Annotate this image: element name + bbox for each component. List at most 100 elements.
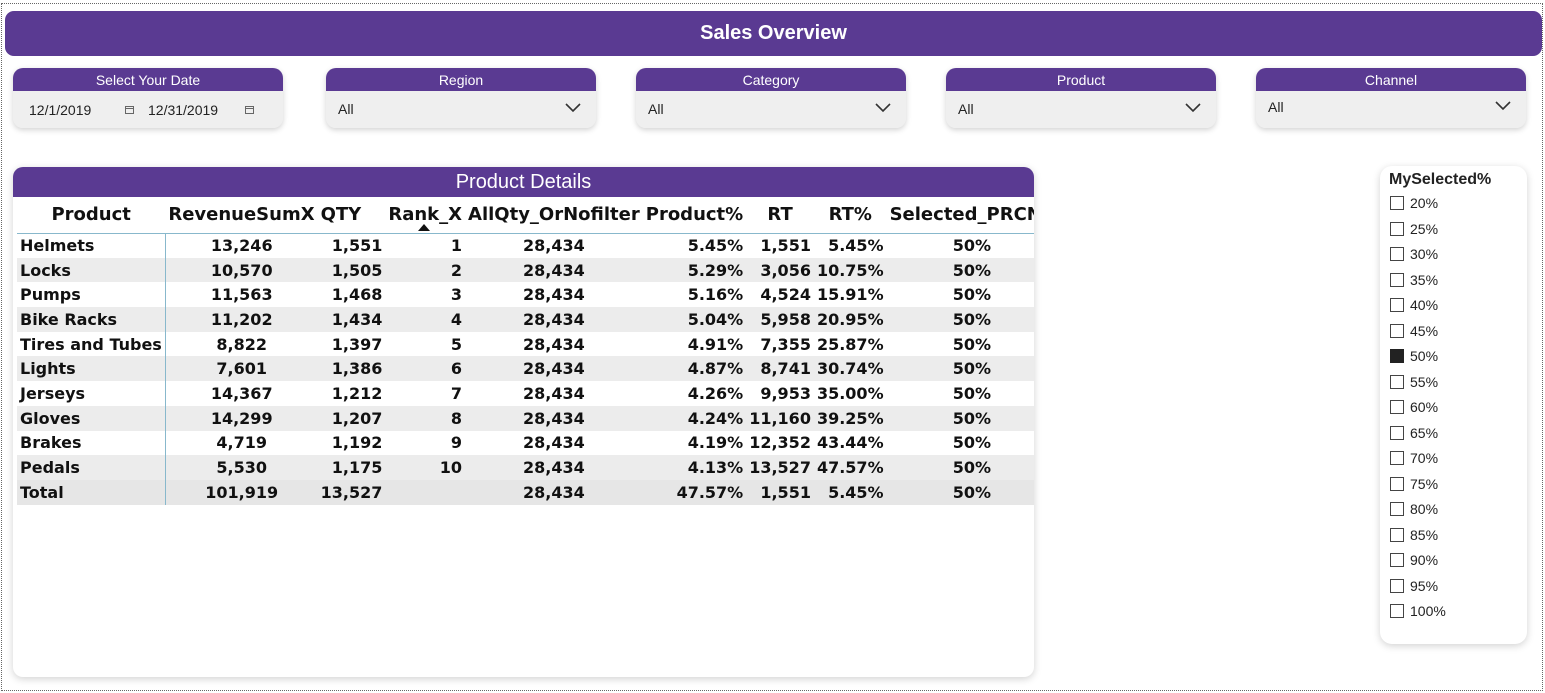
table-row[interactable]: Lights 7,601 1,386 6 28,434 4.87% 8,741 30.74% 5… [17,356,1034,382]
row-label-cell: Brakes [17,430,166,456]
region-dropdown[interactable]: All [326,91,596,128]
checkbox[interactable] [1390,451,1404,465]
table-cell: 50% [886,455,1034,480]
table-cell: 15.91% [816,285,884,305]
column-header-sorted[interactable]: Rank_X [385,196,465,233]
table-row[interactable]: Brakes 4,719 1,192 9 28,434 4.19% 12,352 43.44%… [17,430,1034,456]
percent-option[interactable]: 65% [1390,425,1438,441]
column-header[interactable]: QTY [318,196,386,233]
checkbox[interactable] [1390,502,1404,516]
checkbox[interactable] [1390,374,1404,389]
table-cell: 14,299 [165,405,318,431]
table-cell: 4.87% [642,356,747,382]
column-header[interactable]: RT [746,196,814,233]
table-cell: 28,434 [465,455,643,480]
percent-option[interactable]: 80% [1390,501,1438,517]
table-cell: 4.13% [642,455,747,480]
table-row[interactable]: Helmets 13,246 1,551 1 28,434 5.45% 1,551 5.45%… [17,233,1034,258]
checkbox[interactable] [1390,527,1404,542]
table-cell: 13,527 [317,479,386,505]
checkbox[interactable] [1390,553,1404,567]
end-date-input[interactable]: 12/31/2019 [148,102,218,118]
option-label: 20% [1410,195,1439,211]
start-date-input[interactable]: 12/1/2019 [29,102,91,118]
calendar-icon[interactable] [125,105,134,114]
table-cell: 8,741 [746,356,814,382]
checkbox[interactable] [1390,221,1404,236]
table-cell: 50% [886,356,1034,382]
table-cell: 4.26% [687,383,744,403]
table-cell: 1,551 [760,236,811,256]
channel-dropdown[interactable]: All [1256,91,1526,128]
percent-option[interactable]: 50% [1390,348,1438,364]
percent-option[interactable]: 35% [1390,272,1438,288]
channel-label: Channel [1256,68,1526,91]
percent-option[interactable]: 95% [1390,578,1438,594]
percent-option[interactable]: 90% [1390,552,1438,568]
checkbox[interactable] [1390,323,1404,338]
checkbox[interactable] [1390,247,1404,261]
row-label-cell: Pedals [17,455,166,480]
percent-option[interactable]: 75% [1390,476,1438,492]
table-cell: 10.75% [813,257,887,283]
date-slicer-label: Select Your Date [13,68,283,91]
checkbox[interactable] [1390,298,1404,312]
column-header[interactable]: RevenueSumX [165,196,317,233]
table-cell: 28,434 [523,334,585,354]
table-row[interactable]: Gloves 14,299 1,207 8 28,434 4.24% 11,160 39.25… [17,405,1034,431]
row-label-cell: Helmets [17,233,166,258]
table-row[interactable]: Tires and Tubes 8,822 1,397 5 28,434 4.91% 7,3… [17,331,1034,357]
column-header[interactable]: Product [17,196,165,233]
checkbox[interactable] [1390,400,1404,414]
percent-option[interactable]: 20% [1390,195,1438,211]
chevron-down-icon[interactable] [1494,98,1512,112]
column-header[interactable]: Product% [643,196,746,233]
table-cell: 2 [385,257,466,283]
checkbox[interactable] [1390,425,1404,440]
channel-value: All [1268,99,1284,115]
percent-option[interactable]: 60% [1390,399,1438,415]
table-cell: 7 [450,383,463,403]
percent-option[interactable]: 85% [1390,527,1438,543]
checkbox[interactable] [1390,604,1404,618]
total-row[interactable]: Total 101,919 13,527 28,434 47.57% 1,551 5.45%… [17,479,1034,505]
percent-option[interactable]: 55% [1390,374,1438,390]
percent-option[interactable]: 70% [1390,450,1438,466]
chevron-down-icon[interactable] [874,100,892,114]
table-cell: 5.16% [687,285,744,305]
table-cell: 7,355 [760,334,811,354]
percent-option[interactable]: 100% [1390,603,1446,619]
table-cell: 28,434 [465,405,643,431]
chevron-down-icon[interactable] [1184,100,1202,114]
chevron-down-icon[interactable] [564,100,582,114]
percent-option[interactable]: 25% [1390,221,1438,237]
column-header[interactable]: AllQty_OrNofilter [465,196,643,233]
table-row[interactable]: Jerseys 14,367 1,212 7 28,434 4.26% 9,953 35.00… [17,381,1034,406]
table-cell: 50% [952,236,991,256]
checkbox[interactable] [1390,196,1404,210]
option-label: 85% [1410,526,1439,543]
calendar-icon[interactable] [245,105,254,114]
channel-slicer: Channel All [1256,68,1526,128]
column-header[interactable]: RT% [814,196,887,233]
percent-option[interactable]: 30% [1390,246,1438,262]
percent-option[interactable]: 40% [1390,297,1438,313]
table-cell: 4,719 [216,433,268,453]
column-header[interactable]: Selected_PRCNT [887,196,1034,233]
percent-option[interactable]: 45% [1390,323,1438,339]
checkbox[interactable] [1390,349,1404,363]
checkbox[interactable] [1390,272,1404,287]
checkbox[interactable] [1390,578,1404,593]
product-dropdown[interactable]: All [946,91,1216,128]
myselected-slicer: MySelected% 20% 25% 30% 35% 40% 45% 50% 55% 60% 6… [1380,166,1527,644]
checkbox[interactable] [1390,476,1404,491]
table-row[interactable]: Locks 10,570 1,505 2 28,434 5.29% 3,056 10.75% 5… [17,257,1034,283]
row-label-cell: Locks [17,257,166,283]
category-dropdown[interactable]: All [636,91,906,128]
table-cell: 1,175 [317,455,386,480]
table-row[interactable]: Pumps 11,563 1,468 3 28,434 5.16% 4,524 15.91% 5… [17,282,1034,308]
table-cell: 28,434 [523,285,585,305]
table-row[interactable]: Pedals 5,530 1,175 10 28,434 4.13% 13,527 47.57… [17,455,1034,480]
myselected-title: MySelected% [1389,171,1492,188]
table-row[interactable]: Bike Racks 11,202 1,434 4 28,434 5.04% 5,958 20… [17,307,1034,332]
